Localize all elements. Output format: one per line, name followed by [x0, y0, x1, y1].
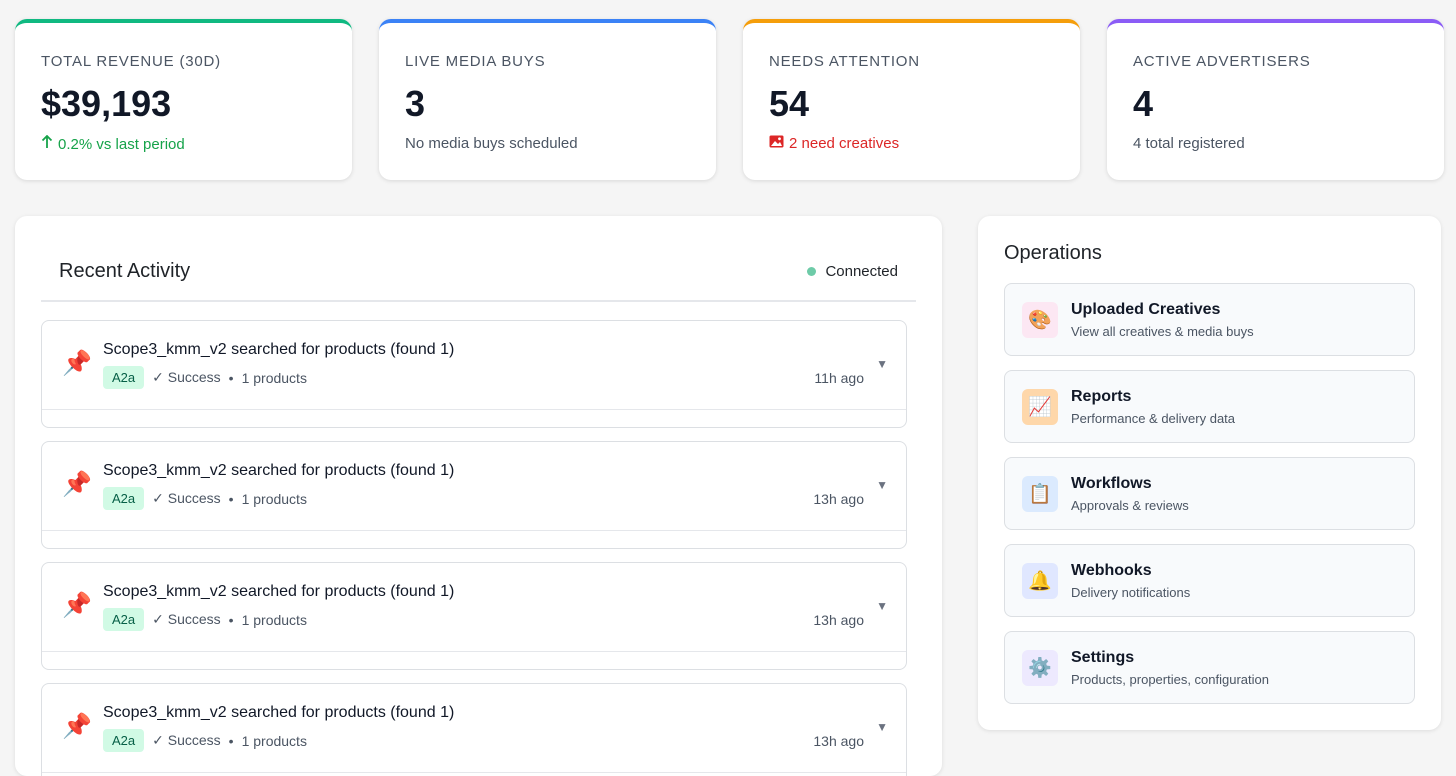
status-dot-icon — [807, 266, 817, 276]
stat-sub: 4 total registered — [1133, 135, 1245, 152]
pushpin-icon: 📌 — [62, 350, 92, 377]
connection-status: Connected — [807, 263, 898, 280]
activity-time: 13h ago — [813, 612, 864, 628]
stat-value: 54 — [769, 83, 810, 124]
stat-sub: 0.2% vs last period — [41, 134, 326, 153]
activity-item-title: Scope3_kmm_v2 searched for products (fou… — [103, 704, 455, 721]
clipboard-icon: 📋 — [1022, 475, 1058, 512]
protocol-badge: A2a — [103, 366, 145, 389]
protocol-badge: A2a — [103, 608, 145, 631]
stat-sub: No media buys scheduled — [405, 135, 578, 152]
activity-item-title: Scope3_kmm_v2 searched for products (fou… — [103, 583, 455, 600]
activity-time: 13h ago — [813, 491, 864, 507]
divider — [42, 530, 906, 531]
separator-dot: • — [228, 490, 234, 507]
op-name: Uploaded Creatives — [1071, 300, 1221, 318]
activity-title: Recent Activity — [59, 259, 191, 282]
stat-sub-text: 2 need creatives — [789, 135, 900, 152]
protocol-badge: A2a — [103, 487, 145, 510]
stats-row: TOTAL REVENUE (30D) $39,193 0.2% vs last… — [15, 19, 1444, 180]
op-name: Reports — [1071, 387, 1132, 405]
op-settings[interactable]: ⚙️ Settings Products, properties, config… — [1004, 631, 1415, 704]
palette-icon: 🎨 — [1022, 301, 1058, 338]
expand-caret-icon[interactable]: ▼ — [876, 357, 888, 371]
arrow-up-icon — [41, 134, 53, 153]
stat-value: 3 — [405, 83, 426, 124]
activity-result: ✓ Success — [152, 611, 221, 627]
activity-feed: 📌 Scope3_kmm_v2 searched for products (f… — [41, 320, 907, 776]
activity-detail: 1 products — [241, 369, 307, 386]
op-desc: Approvals & reviews — [1071, 497, 1189, 513]
activity-item-meta: A2a ✓ Success • 1 products — [103, 608, 307, 631]
pushpin-icon: 📌 — [62, 713, 92, 740]
op-reports[interactable]: 📈 Reports Performance & delivery data — [1004, 370, 1415, 443]
activity-time: 13h ago — [813, 733, 864, 749]
stat-value: 4 — [1133, 83, 1154, 124]
activity-item[interactable]: 📌 Scope3_kmm_v2 searched for products (f… — [41, 441, 907, 549]
op-name: Webhooks — [1071, 561, 1152, 579]
separator-dot: • — [228, 732, 234, 749]
stat-label: NEEDS ATTENTION — [769, 53, 920, 70]
separator-dot: • — [228, 611, 234, 628]
pushpin-icon: 📌 — [62, 592, 92, 619]
stat-value: $39,193 — [41, 83, 172, 124]
stat-card-media-buys: LIVE MEDIA BUYS 3 No media buys schedule… — [379, 19, 716, 180]
op-name: Workflows — [1071, 474, 1152, 492]
activity-detail: 1 products — [241, 732, 307, 749]
stat-label: ACTIVE ADVERTISERS — [1133, 53, 1311, 70]
op-uploaded-creatives[interactable]: 🎨 Uploaded Creatives View all creatives … — [1004, 283, 1415, 356]
activity-time: 11h ago — [814, 370, 864, 386]
activity-item-title: Scope3_kmm_v2 searched for products (fou… — [103, 341, 455, 358]
op-desc: View all creatives & media buys — [1071, 323, 1254, 339]
chart-icon: 📈 — [1022, 388, 1058, 425]
recent-activity-panel: Recent Activity Connected 📌 Scope3_kmm_v… — [15, 216, 942, 776]
op-desc: Performance & delivery data — [1071, 410, 1236, 426]
activity-result: ✓ Success — [152, 490, 221, 506]
operations-panel: Operations 🎨 Uploaded Creatives View all… — [978, 216, 1441, 730]
stat-sub-text: 0.2% vs last period — [58, 135, 185, 153]
activity-item[interactable]: 📌 Scope3_kmm_v2 searched for products (f… — [41, 320, 907, 428]
separator-dot: • — [228, 369, 234, 386]
activity-item[interactable]: 📌 Scope3_kmm_v2 searched for products (f… — [41, 562, 907, 670]
op-webhooks[interactable]: 🔔 Webhooks Delivery notifications — [1004, 544, 1415, 617]
expand-caret-icon[interactable]: ▼ — [876, 720, 888, 734]
gear-icon: ⚙️ — [1022, 649, 1058, 686]
op-desc: Products, properties, configuration — [1071, 671, 1269, 687]
stat-label: LIVE MEDIA BUYS — [405, 53, 546, 70]
stat-card-advertisers: ACTIVE ADVERTISERS 4 4 total registered — [1107, 19, 1444, 180]
activity-item-meta: A2a ✓ Success • 1 products — [103, 487, 307, 510]
operations-title: Operations — [1004, 242, 1102, 264]
divider — [42, 772, 906, 773]
activity-item-title: Scope3_kmm_v2 searched for products (fou… — [103, 462, 455, 479]
activity-detail: 1 products — [241, 611, 307, 628]
stat-card-revenue: TOTAL REVENUE (30D) $39,193 0.2% vs last… — [15, 19, 352, 180]
pushpin-icon: 📌 — [62, 471, 92, 498]
divider — [42, 651, 906, 652]
op-name: Settings — [1071, 648, 1135, 666]
bell-icon: 🔔 — [1022, 562, 1058, 599]
activity-result: ✓ Success — [152, 369, 221, 385]
activity-item[interactable]: 📌 Scope3_kmm_v2 searched for products (f… — [41, 683, 907, 776]
activity-item-meta: A2a ✓ Success • 1 products — [103, 729, 307, 752]
stat-sub: 2 need creatives — [769, 135, 1054, 152]
activity-result: ✓ Success — [152, 732, 221, 748]
op-workflows[interactable]: 📋 Workflows Approvals & reviews — [1004, 457, 1415, 530]
stat-card-needs-attention: NEEDS ATTENTION 54 2 need creatives — [743, 19, 1080, 180]
stat-label: TOTAL REVENUE (30D) — [41, 53, 221, 70]
protocol-badge: A2a — [103, 729, 145, 752]
connection-status-text: Connected — [825, 262, 898, 280]
expand-caret-icon[interactable]: ▼ — [876, 599, 888, 613]
op-desc: Delivery notifications — [1071, 584, 1191, 600]
expand-caret-icon[interactable]: ▼ — [876, 478, 888, 492]
activity-detail: 1 products — [241, 490, 307, 507]
activity-header: Recent Activity Connected — [41, 216, 916, 302]
activity-item-meta: A2a ✓ Success • 1 products — [103, 366, 307, 389]
divider — [42, 409, 906, 410]
image-icon — [769, 135, 784, 152]
